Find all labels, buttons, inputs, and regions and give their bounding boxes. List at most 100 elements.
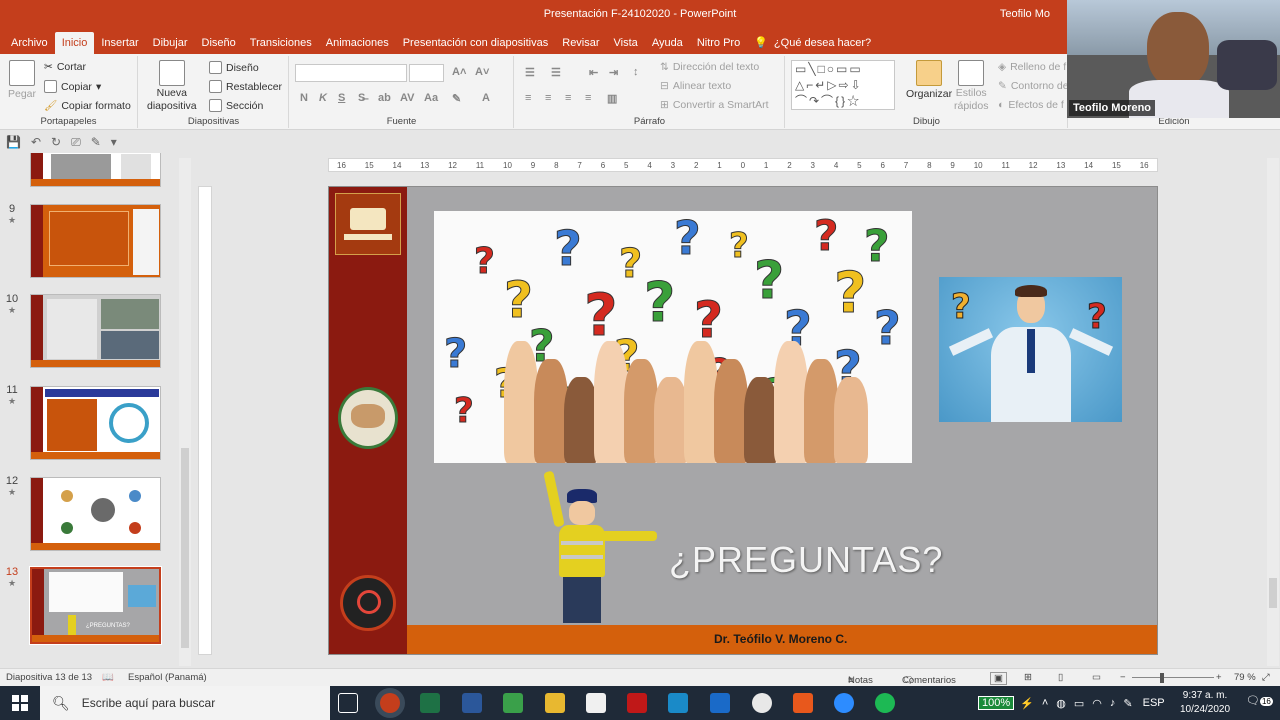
- slide-title[interactable]: ¿PREGUNTAS?: [669, 539, 943, 581]
- decrease-font-icon[interactable]: A˅: [475, 66, 489, 78]
- app-icon[interactable]: [503, 693, 523, 713]
- slide-thumbnail-10[interactable]: [30, 294, 161, 368]
- battery-indicator[interactable]: 100%: [978, 696, 1015, 710]
- arrange-button[interactable]: Organizar: [906, 60, 952, 100]
- zoom-slider-handle[interactable]: [1160, 673, 1164, 683]
- file-explorer-icon[interactable]: [545, 693, 565, 713]
- shape-effects-button[interactable]: ◐ Efectos de f: [998, 99, 1064, 111]
- shape-outline-button[interactable]: ✎ Contorno de: [998, 80, 1069, 92]
- office-icon[interactable]: [793, 693, 813, 713]
- chrome-icon[interactable]: [752, 693, 772, 713]
- word-app-icon[interactable]: [462, 693, 482, 713]
- tab-insertar[interactable]: Insertar: [94, 32, 145, 54]
- tab-archivo[interactable]: Archivo: [4, 32, 55, 54]
- slide-thumbnail-13[interactable]: ¿PREGUNTAS?: [29, 566, 162, 645]
- zoom-slider[interactable]: [1132, 677, 1214, 678]
- shadow-icon[interactable]: ab: [378, 92, 391, 104]
- bold-button[interactable]: N: [300, 92, 308, 104]
- tab-animaciones[interactable]: Animaciones: [319, 32, 396, 54]
- clock[interactable]: 9:37 a. m. 10/24/2020: [1180, 689, 1230, 717]
- smartart-button[interactable]: ⊞ Convertir a SmartArt: [660, 99, 769, 111]
- align-text-button[interactable]: ⊟ Alinear texto: [660, 80, 731, 92]
- increase-font-icon[interactable]: A˄: [452, 66, 466, 78]
- spacing-icon[interactable]: AV: [400, 92, 414, 104]
- powerpoint-app-icon[interactable]: [380, 693, 400, 713]
- tell-me-search[interactable]: 💡 ¿Qué desea hacer?: [747, 32, 878, 54]
- numbering-icon[interactable]: ☰: [551, 66, 561, 79]
- task-view-icon[interactable]: [338, 693, 358, 713]
- change-case-icon[interactable]: Aa: [424, 92, 438, 104]
- font-size-select[interactable]: [409, 64, 444, 82]
- undo-icon[interactable]: ↶: [31, 135, 41, 149]
- shape-fill-button[interactable]: ◈ Relleno de f: [998, 61, 1066, 73]
- current-slide[interactable]: ???????????????????????? ? ? ¿PREGUNTAS?…: [328, 186, 1158, 655]
- new-slide-button[interactable]: Nueva diapositiva: [147, 60, 197, 112]
- shapes-gallery[interactable]: ▭╲□○▭▭ △⌐↵▷⇨⇩ ⌒↷⌒{}☆: [791, 60, 895, 110]
- section-button[interactable]: Sección: [209, 99, 263, 112]
- highlight-icon[interactable]: ✎: [452, 92, 461, 105]
- align-right-icon[interactable]: ≡: [565, 92, 571, 104]
- text-direction-button[interactable]: ⇅ Dirección del texto: [660, 61, 759, 73]
- quick-styles-button[interactable]: Estilos rápidos: [954, 60, 988, 112]
- fit-slide-icon[interactable]: ⤢: [1262, 672, 1270, 683]
- font-name-select[interactable]: [295, 64, 407, 82]
- tab-vista[interactable]: Vista: [607, 32, 645, 54]
- app-l-icon[interactable]: [668, 693, 688, 713]
- store-icon[interactable]: [586, 693, 606, 713]
- tab-revisar[interactable]: Revisar: [555, 32, 606, 54]
- slideshow-icon[interactable]: ▭: [1092, 672, 1101, 683]
- justify-icon[interactable]: ≡: [585, 92, 591, 104]
- spellcheck-icon[interactable]: 📖: [102, 672, 114, 683]
- tab-presentacion[interactable]: Presentación con diapositivas: [396, 32, 556, 54]
- paste-button[interactable]: Pegar: [8, 60, 36, 100]
- copy-button[interactable]: Copiar ▾: [44, 80, 101, 93]
- present-icon[interactable]: ⎚: [71, 135, 81, 150]
- align-left-icon[interactable]: ≡: [525, 92, 531, 104]
- strikethrough-icon[interactable]: S̶: [358, 92, 365, 104]
- slide-thumbnail-8[interactable]: [30, 153, 161, 187]
- tab-transiciones[interactable]: Transiciones: [243, 32, 319, 54]
- excel-app-icon[interactable]: [420, 693, 440, 713]
- reading-view-icon[interactable]: ▯: [1058, 672, 1063, 683]
- layout-button[interactable]: Diseño: [209, 61, 259, 74]
- zoom-in-icon[interactable]: +: [1216, 672, 1222, 683]
- slide-author[interactable]: Dr. Teófilo V. Moreno C.: [714, 632, 847, 646]
- tab-inicio[interactable]: Inicio: [54, 32, 95, 54]
- align-center-icon[interactable]: ≡: [545, 92, 551, 104]
- tab-nitro-pro[interactable]: Nitro Pro: [690, 32, 747, 54]
- language-indicator[interactable]: Español (Panamá): [128, 672, 207, 683]
- zoom-app-icon[interactable]: [834, 693, 854, 713]
- decrease-indent-icon[interactable]: ⇤: [589, 66, 598, 79]
- spotify-icon[interactable]: [875, 693, 895, 713]
- account-name[interactable]: Teofilo Mo: [1000, 8, 1050, 20]
- slide-thumbnail-12[interactable]: [30, 477, 161, 551]
- normal-view-icon[interactable]: ▣: [990, 672, 1007, 685]
- scrollbar-thumb[interactable]: [1269, 578, 1277, 608]
- format-painter-button[interactable]: 🖌 Copiar formato: [44, 99, 131, 113]
- zoom-out-icon[interactable]: −: [1120, 672, 1126, 683]
- columns-icon[interactable]: ▥: [607, 92, 617, 105]
- notification-center-icon[interactable]: 🗨︎ 16: [1246, 694, 1273, 707]
- thumbnail-scrollbar[interactable]: [179, 158, 191, 666]
- scrollbar-thumb[interactable]: [181, 448, 189, 648]
- customize-icon[interactable]: ▾: [111, 135, 117, 149]
- save-icon[interactable]: 💾: [6, 135, 21, 149]
- redo-icon[interactable]: ↻: [51, 135, 61, 149]
- slide-thumbnail-9[interactable]: [30, 204, 161, 278]
- cut-button[interactable]: ✂ Cortar: [44, 61, 86, 73]
- pen-workspace-icon[interactable]: ✎: [1123, 697, 1132, 710]
- mcafee-icon[interactable]: [627, 693, 647, 713]
- slide-sorter-icon[interactable]: ⊞: [1024, 672, 1032, 683]
- tab-diseno[interactable]: Diseño: [195, 32, 243, 54]
- slide-thumbnail-11[interactable]: [30, 386, 161, 460]
- zoom-level[interactable]: 79 %: [1234, 672, 1256, 683]
- windows-start-icon[interactable]: [12, 695, 28, 711]
- input-language[interactable]: ESP: [1143, 697, 1165, 709]
- reset-button[interactable]: Restablecer: [209, 80, 282, 93]
- slide-scrollbar[interactable]: [1267, 158, 1279, 666]
- chevron-up-icon[interactable]: ˄: [1042, 697, 1048, 709]
- underline-button[interactable]: S: [338, 92, 345, 104]
- tab-ayuda[interactable]: Ayuda: [645, 32, 690, 54]
- battery-icon[interactable]: ▭: [1074, 697, 1084, 710]
- pen-icon[interactable]: ✎: [91, 135, 101, 149]
